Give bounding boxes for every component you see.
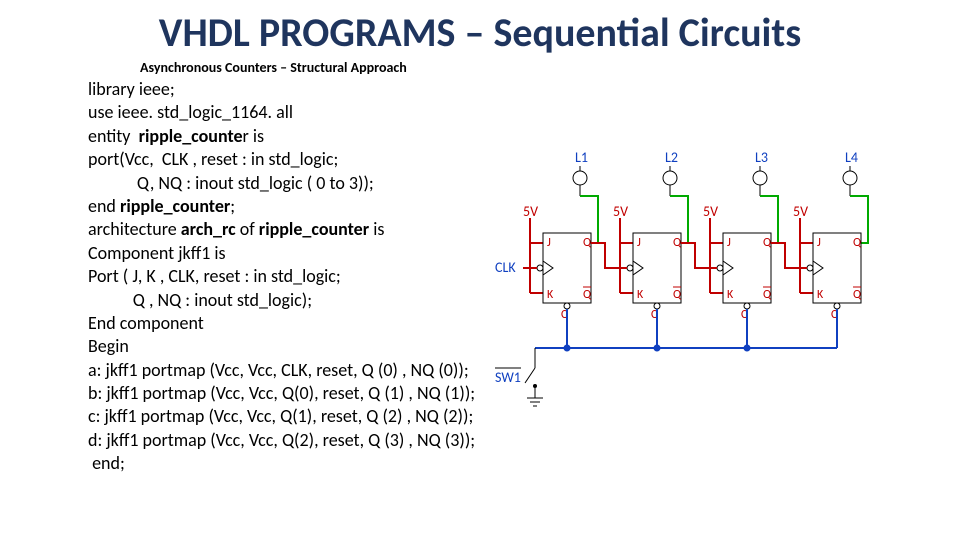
code-line: c: jkff1 portmap (Vcc, Vcc, Q(1), reset,… (88, 405, 473, 427)
svg-text:J: J (817, 236, 821, 250)
code-line: Port ( J, K , CLK, reset : in std_logic; (88, 265, 341, 287)
code-line: use ieee. std_logic_1164. all (88, 101, 293, 123)
code-line: r is (243, 125, 265, 147)
wire-red (591, 243, 807, 268)
led-label: L4 (845, 149, 858, 166)
code-line: d: jkff1 portmap (Vcc, Vcc, Q(2), reset,… (88, 429, 475, 451)
code-line: End component (88, 312, 204, 334)
code-line: b: jkff1 portmap (Vcc, Vcc, Q(0), reset,… (88, 382, 475, 404)
bubble-icon (564, 303, 840, 309)
svg-text:J: J (637, 236, 641, 250)
wire-blue (535, 309, 837, 351)
code-line: library ieee; (88, 78, 175, 100)
code-line: port(Vcc, CLK , reset : in std_logic; (88, 148, 338, 170)
code-line: ; (230, 195, 235, 217)
circuit-svg: L1 L2 L3 L4 5V 5V 5V 5V (495, 148, 885, 408)
switch-icon (525, 348, 543, 406)
led-icon (573, 166, 857, 196)
entity-name: ripple_counter (259, 218, 369, 240)
svg-text:Q: Q (673, 288, 682, 302)
vcc-label: 5V (613, 203, 628, 220)
code-line: is (369, 218, 384, 240)
svg-text:Q: Q (763, 288, 772, 302)
svg-text:J: J (727, 236, 731, 250)
circuit-diagram: L1 L2 L3 L4 5V 5V 5V 5V (495, 148, 885, 476)
code-line: entity (88, 125, 139, 147)
code-line: a: jkff1 portmap (Vcc, Vcc, CLK, reset, … (88, 359, 469, 381)
svg-text:Q: Q (583, 236, 592, 250)
svg-text:Q: Q (673, 236, 682, 250)
svg-text:Q: Q (583, 288, 592, 302)
code-line: Begin (88, 335, 129, 357)
code-line: Q , NQ : inout std_logic); (88, 289, 312, 311)
page-title: VHDL PROGRAMS – Sequential Circuits (0, 8, 960, 57)
code-line: end (88, 195, 120, 217)
vcc-label: 5V (793, 203, 808, 220)
code-line: architecture (88, 218, 181, 240)
code-line: Component jkff1 is (88, 242, 226, 264)
vcc-label: 5V (523, 203, 538, 220)
entity-name: ripple_counte (139, 125, 243, 147)
vcc-label: 5V (703, 203, 718, 220)
code-line: end; (88, 452, 125, 474)
svg-text:K: K (817, 288, 824, 302)
arch-name: arch_rc (181, 218, 236, 240)
vhdl-code: library ieee; use ieee. std_logic_1164. … (88, 78, 475, 476)
clk-label: CLK (495, 259, 516, 276)
svg-text:K: K (727, 288, 734, 302)
svg-text:K: K (547, 288, 554, 302)
code-line: of (236, 218, 259, 240)
subtitle: Asynchronous Counters – Structural Appro… (140, 59, 960, 76)
svg-text:Q: Q (763, 236, 772, 250)
svg-text:K: K (637, 288, 644, 302)
code-line: Q, NQ : inout std_logic ( 0 to 3)); (88, 172, 374, 194)
switch-label: SW1 (495, 369, 521, 386)
svg-text:Q: Q (853, 288, 862, 302)
svg-text:J: J (547, 236, 551, 250)
led-label: L3 (755, 149, 768, 166)
entity-name: ripple_counter (120, 195, 230, 217)
svg-text:Q: Q (853, 236, 862, 250)
led-label: L1 (575, 149, 588, 166)
content-row: library ieee; use ieee. std_logic_1164. … (0, 78, 960, 476)
led-label: L2 (665, 149, 678, 166)
